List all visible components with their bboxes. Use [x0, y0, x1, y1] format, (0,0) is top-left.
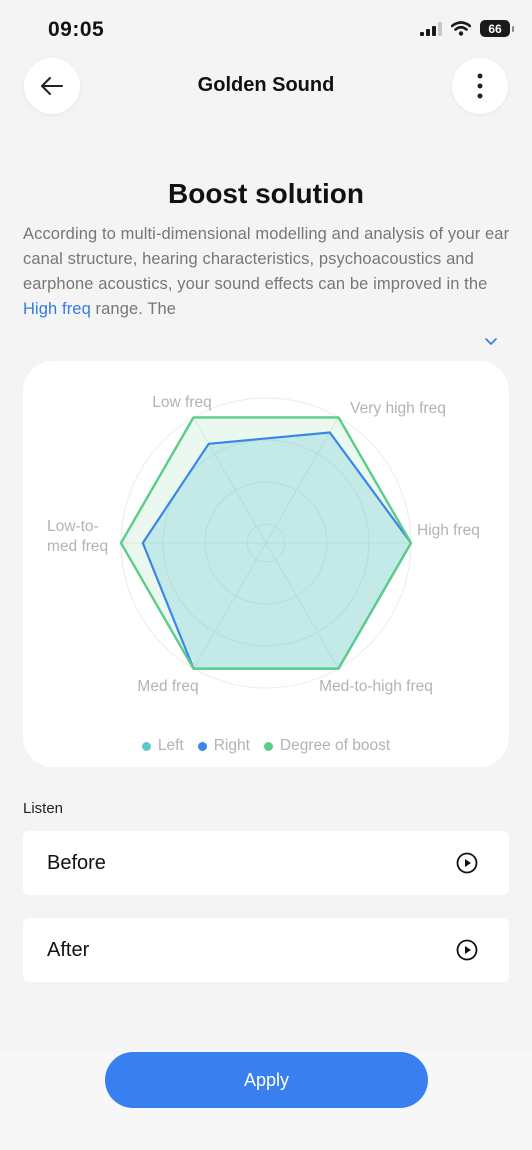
axis-label-line: Very high freq: [350, 400, 446, 417]
legend-dot-right: [197, 741, 207, 751]
legend-dot-boost: [263, 741, 273, 751]
more-options-button[interactable]: [452, 58, 508, 114]
description-text: According to multi-dimensional modelling…: [23, 225, 510, 293]
battery-icon: 66: [480, 20, 514, 37]
legend-item-left: Left: [141, 737, 184, 755]
listen-before-row[interactable]: Before: [23, 831, 509, 895]
axis-label: Med freq: [137, 678, 198, 695]
axis-label: Low freq: [152, 394, 211, 411]
status-bar: 09:05 66: [0, 0, 532, 60]
listen-label: Listen: [23, 800, 64, 817]
radar-chart-card: Low freq Very high freq High freq Med-to-hi…: [23, 361, 509, 767]
play-circle-icon[interactable]: [455, 938, 479, 962]
legend-label-left: Left: [157, 737, 184, 754]
legend-dot-left: [141, 741, 151, 751]
axis-label: Med-to-high freq: [319, 678, 433, 695]
chart-legend: Left Right Degree of boost: [23, 737, 509, 755]
status-time: 09:05: [48, 18, 105, 41]
signal-icon: [420, 21, 442, 36]
wifi-icon: [451, 21, 471, 36]
status-icons: 66: [420, 20, 514, 37]
listen-after-label: After: [47, 938, 90, 961]
play-circle-icon[interactable]: [455, 851, 479, 875]
highlight-link[interactable]: High freq: [23, 300, 91, 318]
listen-after-row[interactable]: After: [23, 918, 509, 982]
battery-level: 66: [488, 21, 502, 36]
axis-label: Low-to-med freq: [47, 518, 108, 555]
axis-label-line: Med-to-high freq: [319, 678, 433, 695]
expand-description-button[interactable]: [483, 333, 499, 351]
axis-label-line: Med freq: [137, 678, 198, 695]
radar-chart: Low freq Very high freq High freq Med-to-hi…: [47, 394, 480, 695]
boost-description: According to multi-dimensional modelling…: [23, 222, 511, 322]
listen-before-label: Before: [47, 851, 106, 874]
description-text-end: range. The: [90, 300, 177, 318]
legend-item-right: Right: [197, 737, 250, 755]
axis-label: High freq: [417, 522, 480, 539]
axis-label-line: Low freq: [152, 394, 211, 411]
legend-label-boost: Degree of boost: [279, 737, 391, 754]
chevron-down-icon: [485, 338, 497, 345]
axis-label-line: High freq: [417, 522, 480, 539]
more-vertical-icon: [477, 73, 483, 99]
section-title: Boost solution: [168, 178, 364, 209]
legend-label-right: Right: [213, 737, 250, 754]
legend-item-boost: Degree of boost: [263, 737, 391, 755]
apply-button[interactable]: Apply: [105, 1052, 428, 1108]
axis-label-line: med freq: [47, 538, 108, 555]
axis-label-line: Low-to-: [47, 518, 99, 535]
axis-label: Very high freq: [350, 400, 446, 417]
